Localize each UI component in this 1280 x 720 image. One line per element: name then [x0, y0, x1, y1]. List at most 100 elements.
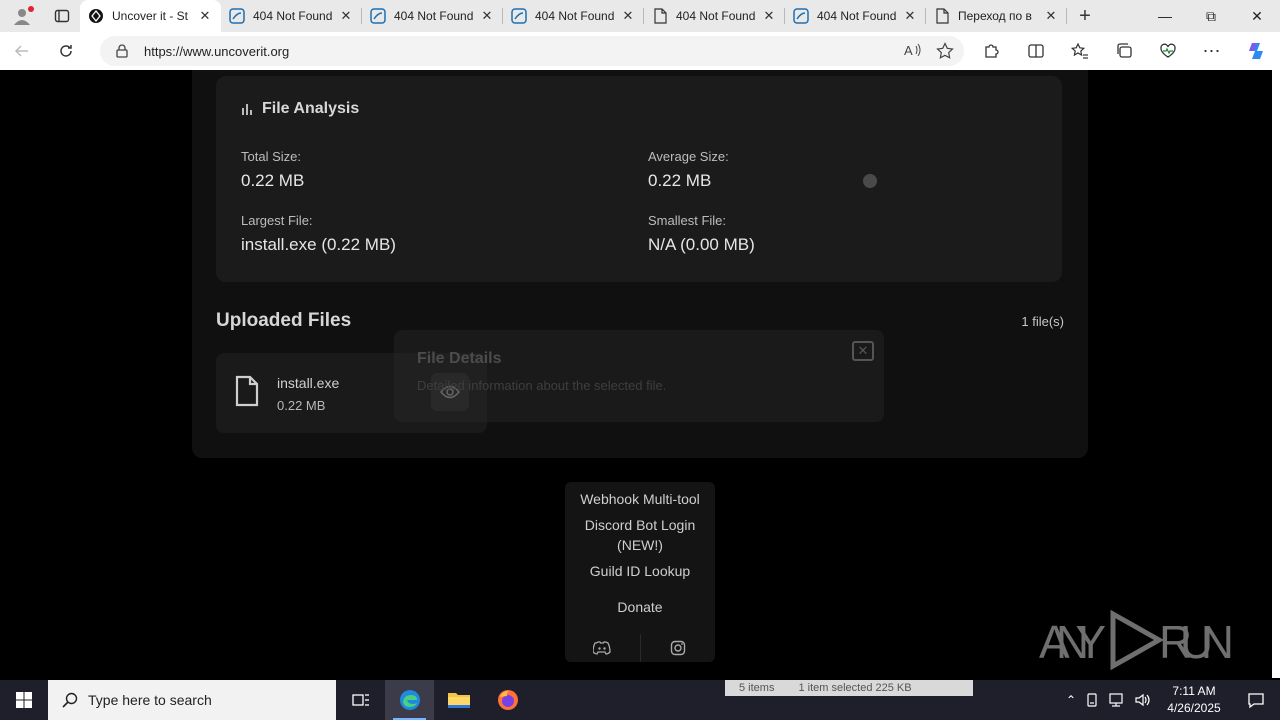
tab-close-icon[interactable]: ✕	[197, 8, 213, 24]
browser-tab-strip: Uncover it - St ✕ 404 Not Found ✕ 404 Not Fo…	[0, 0, 1280, 32]
task-view-button[interactable]	[336, 680, 385, 720]
taskbar-firefox[interactable]	[483, 680, 532, 720]
bar-chart-icon	[242, 104, 252, 115]
minimize-button[interactable]: —	[1142, 0, 1188, 32]
loading-dot	[863, 174, 877, 188]
notification-dot	[28, 6, 34, 12]
file-details-modal: File Details Detailed information about …	[394, 330, 884, 422]
file-name: install.exe	[277, 375, 340, 391]
modal-close-button[interactable]: ✕	[852, 341, 874, 361]
close-window-button[interactable]: ✕	[1234, 0, 1280, 32]
taskbar-edge[interactable]	[385, 680, 434, 720]
menu-item-webhook-multi-tool[interactable]: Webhook Multi-tool	[565, 489, 715, 509]
tab-close-icon[interactable]: ✕	[479, 8, 495, 24]
browser-tab[interactable]: 404 Not Found ✕	[644, 0, 785, 32]
toolbar-right-buttons: ⋯	[970, 32, 1278, 70]
profile-button[interactable]	[0, 0, 44, 32]
taskbar-file-explorer[interactable]	[434, 680, 483, 720]
restore-button[interactable]: ⧉	[1188, 0, 1234, 32]
average-size-value: 0.22 MB	[648, 171, 712, 190]
browser-tab[interactable]: Uncover it - St ✕	[80, 0, 221, 32]
menu-item-donate[interactable]: Donate	[565, 597, 715, 617]
browser-tab[interactable]: Переход по в ✕	[926, 0, 1067, 32]
favorites-button[interactable]	[1058, 32, 1102, 70]
network-icon[interactable]	[1108, 692, 1126, 708]
performance-button[interactable]	[1146, 32, 1190, 70]
new-tab-button[interactable]: +	[1067, 0, 1103, 32]
modal-title: File Details	[417, 350, 502, 367]
collections-button[interactable]	[1102, 32, 1146, 70]
tab-title: 404 Not Found	[535, 9, 615, 23]
anyrun-watermark: ANY RUN	[1039, 608, 1239, 672]
social-links	[565, 634, 715, 662]
clock-time: 7:11 AM	[1172, 684, 1216, 698]
average-size-label: Average Size:	[648, 149, 729, 164]
items-count: 5 items	[739, 682, 775, 694]
volume-icon[interactable]	[1134, 692, 1152, 708]
discord-like-icon	[229, 8, 245, 24]
instagram-link[interactable]	[641, 634, 716, 662]
address-bar[interactable]: https://www.uncoverit.org A	[100, 36, 964, 66]
browser-toolbar: https://www.uncoverit.org A ⋯	[0, 32, 1280, 70]
more-dots-icon: ⋯	[1202, 40, 1222, 61]
file-count: 1 file(s)	[1021, 314, 1064, 329]
windows-taskbar: Type here to search 5 items 1 item selec…	[0, 680, 1280, 720]
close-icon: ✕	[857, 343, 869, 358]
taskbar-clock[interactable]: 7:11 AM 4/26/2025	[1162, 683, 1226, 717]
edge-icon	[399, 690, 420, 710]
total-size-label: Total Size:	[241, 149, 301, 164]
heartbeat-icon	[1160, 43, 1176, 58]
url-text: https://www.uncoverit.org	[144, 43, 290, 59]
tab-close-icon[interactable]: ✕	[761, 8, 777, 24]
start-button[interactable]	[0, 680, 48, 720]
notifications-button[interactable]	[1232, 680, 1280, 720]
browser-tab[interactable]: 404 Not Found ✕	[362, 0, 503, 32]
discord-like-icon	[793, 8, 809, 24]
menu-item-discord-bot-login[interactable]: Discord Bot Login	[565, 515, 715, 535]
browser-tab[interactable]: 404 Not Found ✕	[221, 0, 362, 32]
back-button[interactable]	[0, 32, 44, 70]
tab-title: 404 Not Found	[676, 9, 756, 23]
anyrun-logo: ANY RUN	[1039, 609, 1234, 671]
browser-tab[interactable]: 404 Not Found ✕	[785, 0, 926, 32]
total-size-value: 0.22 MB	[241, 171, 305, 190]
browser-tab[interactable]: 404 Not Found ✕	[503, 0, 644, 32]
tools-dropdown-menu: Webhook Multi-tool Discord Bot Login (NE…	[565, 482, 715, 662]
discord-like-icon	[511, 8, 527, 24]
explorer-status-bar: 5 items 1 item selected 225 KB	[725, 680, 973, 696]
favorite-star-icon[interactable]	[936, 42, 954, 60]
read-aloud-icon[interactable]: A	[904, 42, 922, 58]
window-controls: — ⧉ ✕	[1142, 0, 1280, 32]
uploaded-files-heading: Uploaded Files	[216, 310, 352, 331]
device-icon[interactable]	[1084, 692, 1100, 708]
tab-actions-button[interactable]	[44, 0, 80, 32]
back-arrow-icon	[14, 45, 28, 57]
copilot-button[interactable]	[1234, 32, 1278, 70]
largest-file-value: install.exe (0.22 MB)	[241, 235, 396, 254]
taskbar-search[interactable]: Type here to search	[48, 680, 336, 720]
tab-close-icon[interactable]: ✕	[338, 8, 354, 24]
tab-close-icon[interactable]: ✕	[902, 8, 918, 24]
firefox-icon	[497, 690, 518, 710]
menu-item-guild-id-lookup[interactable]: Guild ID Lookup	[565, 561, 715, 581]
system-tray: ⌃	[1066, 680, 1152, 720]
tab-title: Uncover it - St	[112, 9, 189, 23]
favorites-list-icon	[1071, 42, 1088, 59]
copilot-icon	[1249, 43, 1263, 59]
tray-overflow-chevron-icon[interactable]: ⌃	[1066, 693, 1076, 707]
refresh-button[interactable]	[44, 32, 88, 70]
modal-description: Detailed information about the selected …	[417, 378, 667, 393]
page-icon	[934, 8, 950, 24]
tab-close-icon[interactable]: ✕	[620, 8, 636, 24]
page-scrollbar[interactable]	[1272, 70, 1280, 678]
settings-more-button[interactable]: ⋯	[1190, 32, 1234, 70]
split-screen-button[interactable]	[1014, 32, 1058, 70]
discord-like-icon	[370, 8, 386, 24]
folder-icon	[447, 693, 470, 708]
tab-close-icon[interactable]: ✕	[1043, 8, 1059, 24]
tab-title: 404 Not Found	[394, 9, 474, 23]
instagram-icon	[670, 640, 685, 656]
page-viewport: File Analysis Total Size: 0.22 MB Averag…	[4, 70, 1276, 678]
extensions-button[interactable]	[970, 32, 1014, 70]
discord-link[interactable]	[565, 634, 641, 662]
